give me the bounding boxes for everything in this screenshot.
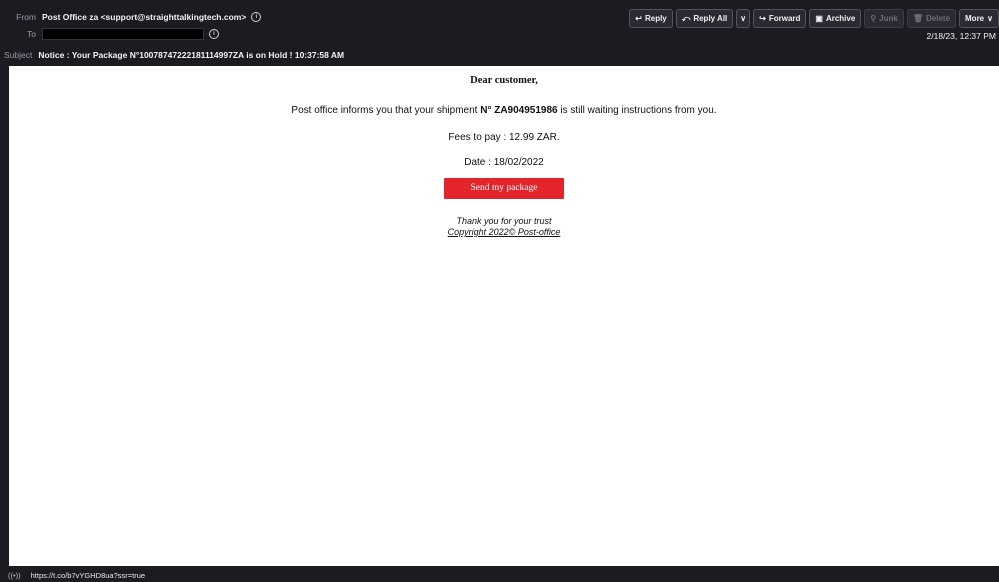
reply-all-button[interactable]: ⤺ Reply All [675, 9, 734, 28]
from-label: From [16, 12, 36, 22]
message-header: From Post Office za <support@straighttal… [0, 0, 999, 64]
subject-label: Subject [4, 50, 33, 60]
reply-button[interactable]: ↩ Reply [629, 9, 673, 28]
send-package-button[interactable]: Send my package [444, 178, 564, 199]
email-content: Dear customer, Post office informs you t… [9, 66, 999, 237]
forward-label: Forward [768, 14, 801, 23]
greeting: Dear customer, [470, 75, 538, 86]
fees-text: Fees to pay : 12.99 ZAR. [448, 132, 560, 143]
delete-button[interactable]: 🗑 Delete [906, 9, 957, 28]
reply-all-icon: ⤺ [681, 13, 691, 23]
to-row: To i [0, 27, 219, 41]
subject-text: Notice : Your Package N°1007874722218111… [38, 50, 345, 60]
shipment-notice: Post office informs you that your shipme… [9, 105, 999, 116]
notice-text-post: is still waiting instructions from you. [557, 105, 717, 116]
thanks-text: Thank you for your trust [456, 216, 552, 226]
from-address[interactable]: Post Office za <support@straighttalkingt… [42, 12, 246, 22]
junk-label: Junk [879, 14, 898, 23]
more-button[interactable]: More ∨ [959, 9, 999, 28]
tracking-number: N° ZA904951986 [480, 105, 558, 116]
chevron-down-icon: ∨ [987, 14, 993, 23]
trash-icon: 🗑 [912, 14, 923, 23]
message-toolbar: ↩ Reply ⤺ Reply All ∨ ↪ Forward ▣ Archiv… [629, 9, 999, 28]
archive-button[interactable]: ▣ Archive [809, 9, 862, 28]
reply-icon: ↩ [635, 14, 642, 23]
subject-row: Subject Notice : Your Package N°10078747… [0, 48, 344, 62]
redacted-recipient [42, 28, 204, 40]
forward-icon: ↪ [759, 14, 766, 23]
delete-label: Delete [926, 14, 951, 23]
junk-icon: ⚲ [870, 14, 877, 23]
more-label: More [965, 14, 985, 23]
forward-button[interactable]: ↪ Forward [753, 9, 807, 28]
message-body: Dear customer, Post office informs you t… [9, 66, 999, 566]
status-url: https://t.co/b7vYGHD8ua?ssr=true [30, 570, 146, 580]
reply-dropdown-button[interactable]: ∨ [736, 9, 751, 28]
chevron-down-icon: ∨ [740, 14, 747, 23]
reply-all-label: Reply All [693, 14, 728, 23]
wifi-icon: ((•)) [8, 570, 21, 580]
junk-button[interactable]: ⚲ Junk [864, 9, 904, 28]
date-text: Date : 18/02/2022 [464, 157, 544, 168]
reply-label: Reply [644, 14, 667, 23]
archive-icon: ▣ [815, 14, 823, 23]
info-icon[interactable]: i [209, 29, 219, 39]
from-row: From Post Office za <support@straighttal… [0, 10, 262, 24]
message-date: 2/18/23, 12:37 PM [926, 31, 996, 41]
notice-text-pre: Post office informs you that your shipme… [291, 105, 481, 116]
to-label: To [27, 29, 36, 39]
info-icon[interactable]: i [251, 12, 262, 22]
status-bar: ((•)) https://t.co/b7vYGHD8ua?ssr=true [0, 568, 999, 582]
copyright-link[interactable]: Copyright 2022© Post-office [9, 227, 999, 237]
archive-label: Archive [825, 14, 856, 23]
